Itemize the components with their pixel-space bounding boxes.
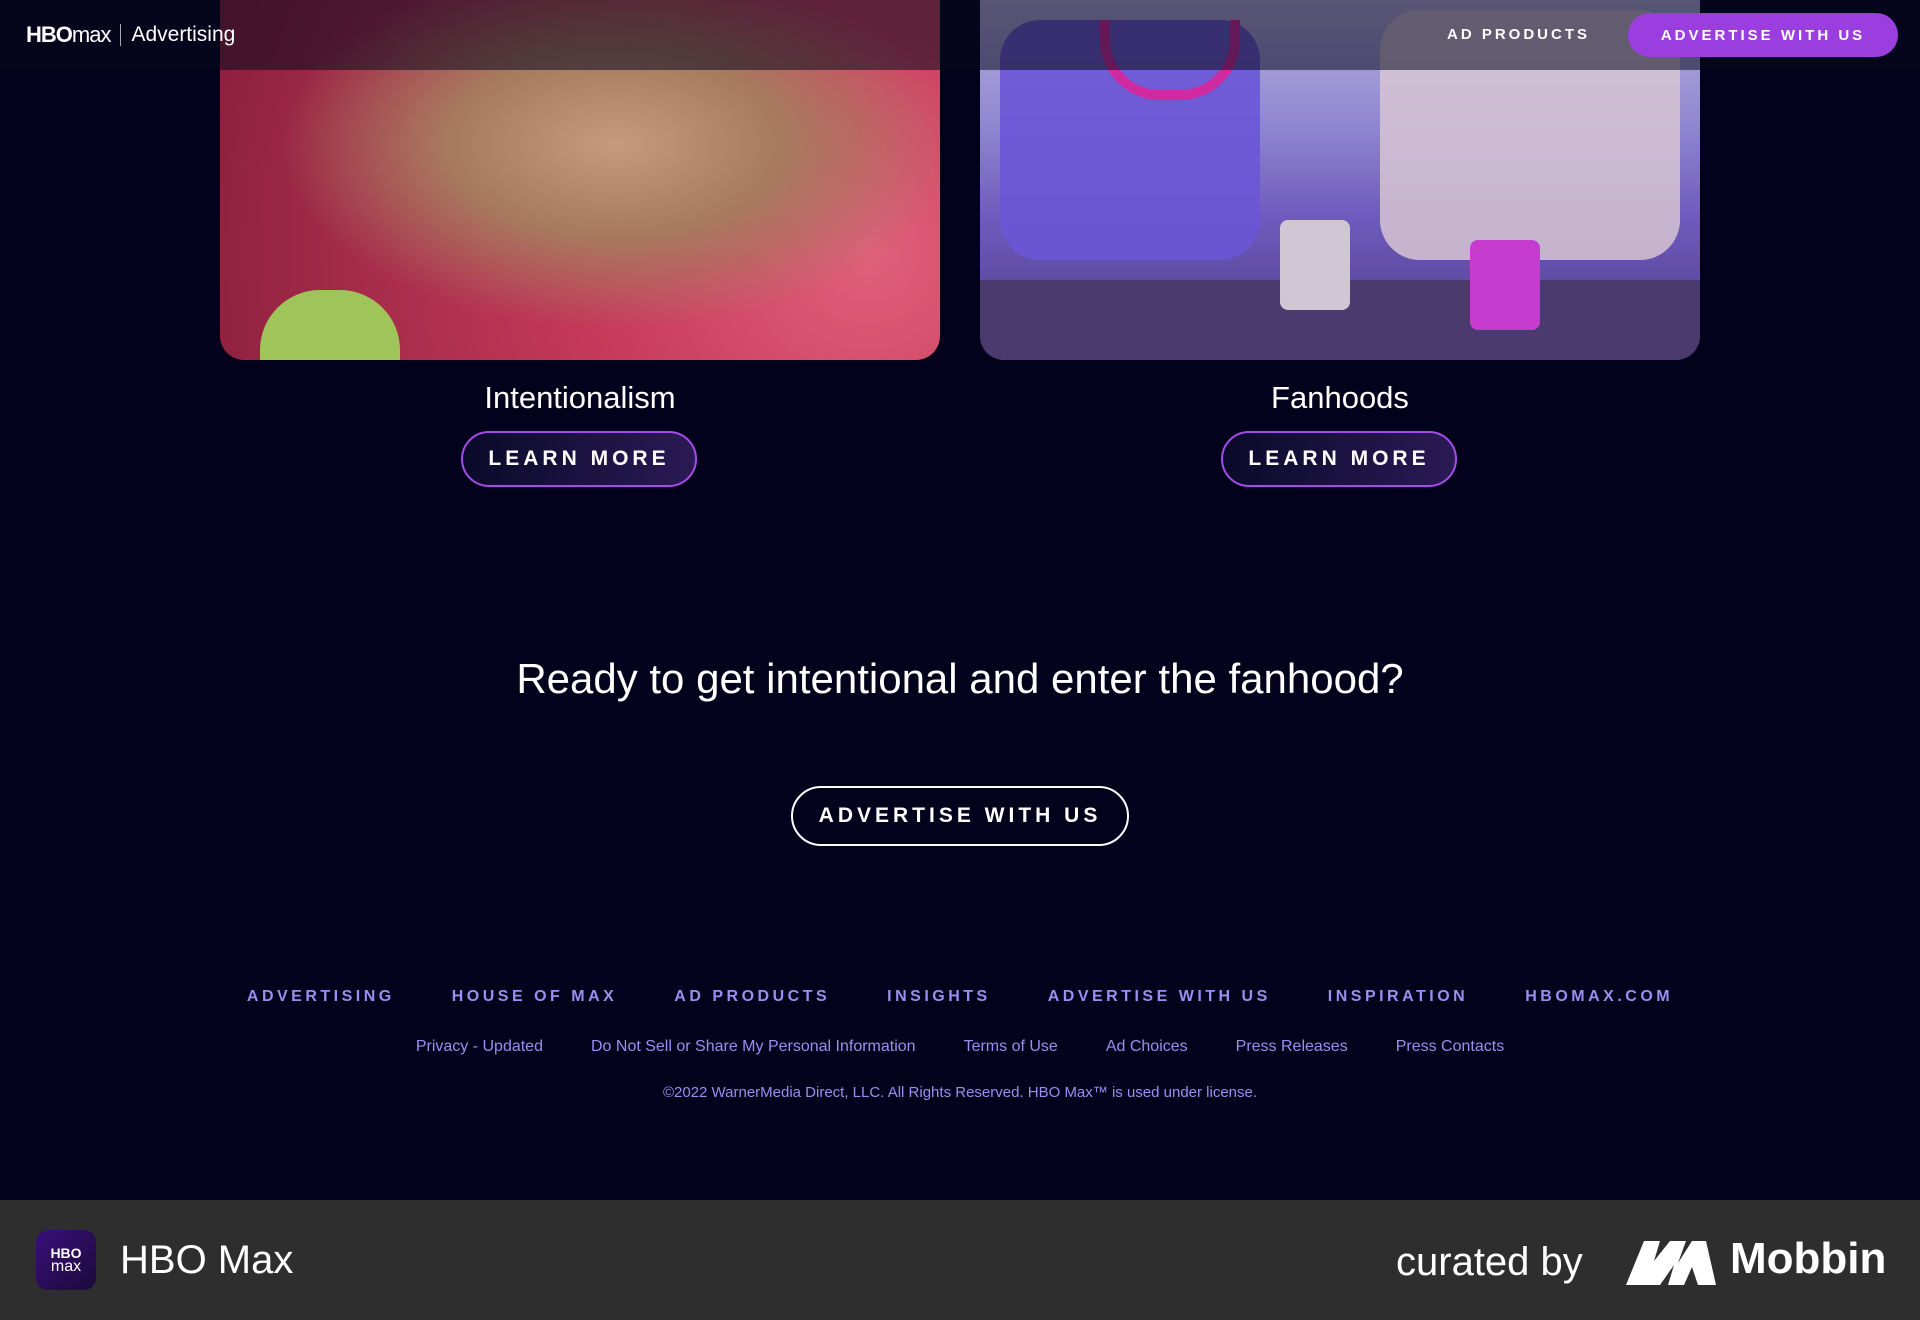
footer-nav-advertise-with-us[interactable]: ADVERTISE WITH US (1048, 988, 1271, 1006)
logo-divider (120, 24, 122, 46)
image-detail (260, 290, 400, 360)
copyright-text: ©2022 WarnerMedia Direct, LLC. All Right… (662, 1084, 1258, 1101)
footer-legal-links: Privacy - Updated Do Not Sell or Share M… (0, 1038, 1920, 1056)
cta-heading: Ready to get intentional and enter the f… (516, 655, 1404, 702)
footer-nav-advertising[interactable]: ADVERTISING (247, 988, 395, 1006)
learn-more-button-fanhoods[interactable]: LEARN MORE (1221, 431, 1457, 487)
nav-advertise-with-us-button[interactable]: ADVERTISE WITH US (1628, 13, 1898, 57)
logo-brand-suffix: max (71, 22, 112, 47)
footer-nav-ad-products[interactable]: AD PRODUCTS (674, 988, 830, 1006)
logo-brand: HBO (26, 22, 73, 47)
app-name: HBO Max (120, 1238, 294, 1282)
card-title-intentionalism: Intentionalism (484, 380, 676, 415)
hbomax-advertising-logo[interactable]: HBOmax Advertising (26, 22, 235, 48)
footer-link-ad-choices[interactable]: Ad Choices (1106, 1038, 1188, 1056)
advertise-with-us-button[interactable]: ADVERTISE WITH US (791, 786, 1129, 846)
hbomax-app-icon: HBO max (36, 1230, 96, 1290)
mobbin-brand-name: Mobbin (1730, 1234, 1887, 1283)
logo-section-label: Advertising (131, 23, 236, 46)
image-detail (1470, 240, 1540, 330)
curated-by-label: curated by (1396, 1240, 1583, 1284)
site-header: HBOmax Advertising AD PRODUCTS ADVERTISE… (0, 0, 1920, 70)
app-icon-line2: max (50, 1258, 82, 1275)
footer-nav-inspiration[interactable]: INSPIRATION (1328, 988, 1468, 1006)
bottom-attribution-bar: HBO max HBO Max curated by Mobbin (0, 1200, 1920, 1320)
footer-nav-insights[interactable]: INSIGHTS (887, 988, 991, 1006)
footer-link-terms[interactable]: Terms of Use (964, 1038, 1058, 1056)
footer-nav: ADVERTISING HOUSE OF MAX AD PRODUCTS INS… (0, 988, 1920, 1006)
footer-link-do-not-sell[interactable]: Do Not Sell or Share My Personal Informa… (591, 1038, 916, 1056)
footer-link-press-contacts[interactable]: Press Contacts (1396, 1038, 1504, 1056)
footer-link-press-releases[interactable]: Press Releases (1236, 1038, 1348, 1056)
image-detail (1280, 220, 1350, 310)
hbomax-logo-icon: HBOmax (26, 22, 112, 48)
nav-ad-products-link[interactable]: AD PRODUCTS (1447, 26, 1590, 43)
learn-more-button-intentionalism[interactable]: LEARN MORE (461, 431, 697, 487)
mobbin-logo-icon (1626, 1241, 1716, 1285)
card-title-fanhoods: Fanhoods (1271, 380, 1409, 415)
footer-nav-hbomax-com[interactable]: HBOMAX.COM (1525, 988, 1673, 1006)
footer-nav-house-of-max[interactable]: HOUSE OF MAX (452, 988, 618, 1006)
footer-link-privacy[interactable]: Privacy - Updated (416, 1038, 543, 1056)
